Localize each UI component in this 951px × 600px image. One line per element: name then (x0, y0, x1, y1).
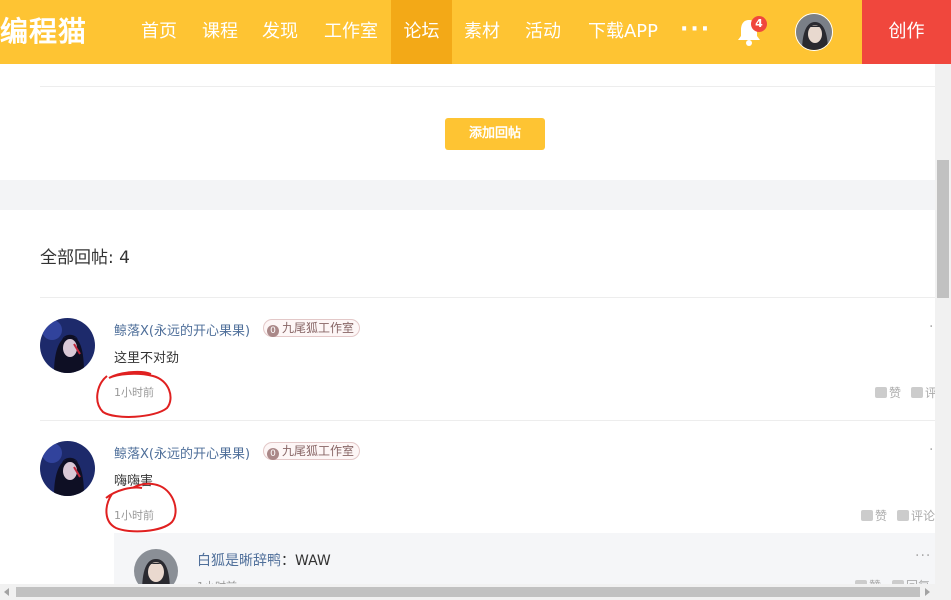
studio-badge[interactable]: 0 九尾狐工作室 (263, 442, 361, 460)
like-label: 赞 (889, 386, 902, 400)
sub-reply-content: WAW (295, 553, 331, 569)
divider (40, 297, 935, 298)
nav-item-discover[interactable]: 发现 (251, 0, 309, 64)
comment-icon (911, 387, 923, 398)
red-annotation-circle (105, 482, 177, 533)
thumbs-up-icon (875, 387, 887, 398)
like-button[interactable]: 赞 (861, 507, 887, 524)
logo[interactable]: 编程猫 (0, 14, 87, 50)
sub-reply-line: 白狐是晰辞鸭：WAW (197, 550, 331, 570)
top-navbar: 编程猫 首页 课程 发现 工作室 论坛 素材 活动 下载APP ··· 4 创作 (0, 0, 951, 64)
vertical-scrollbar-thumb[interactable] (937, 160, 949, 298)
nav-item-studio[interactable]: 工作室 (313, 0, 389, 64)
comment-label: 评论 (911, 509, 936, 523)
red-annotation-circle (96, 370, 172, 418)
reply-author-link[interactable]: 鲸落X(永远的开心果果) (114, 443, 250, 462)
reply-avatar[interactable] (40, 318, 95, 373)
user-avatar[interactable] (795, 13, 833, 51)
studio-name: 九尾狐工作室 (282, 444, 355, 458)
like-button[interactable]: 赞 (875, 384, 901, 401)
post-footer-card: 添加回帖 (0, 64, 935, 180)
nav-item-courses[interactable]: 课程 (191, 0, 249, 64)
studio-name: 九尾狐工作室 (282, 321, 355, 335)
divider (40, 86, 935, 87)
scroll-right-arrow-icon[interactable] (925, 588, 930, 596)
nav-item-materials[interactable]: 素材 (453, 0, 511, 64)
create-button[interactable]: 创作 (862, 0, 951, 64)
divider (40, 420, 935, 421)
vertical-scrollbar[interactable] (935, 64, 951, 584)
studio-rank-icon: 0 (267, 325, 279, 337)
studio-badge[interactable]: 0 九尾狐工作室 (263, 319, 361, 337)
horizontal-scrollbar-thumb[interactable] (16, 587, 920, 597)
sub-reply-separator: ： (281, 553, 295, 569)
like-label: 赞 (875, 509, 888, 523)
add-reply-button[interactable]: 添加回帖 (445, 118, 545, 150)
nav-more-button[interactable]: ··· (680, 0, 711, 64)
nav-item-home[interactable]: 首页 (130, 0, 188, 64)
more-options-icon[interactable]: ··· (915, 548, 931, 564)
thumbs-up-icon (861, 510, 873, 521)
comment-icon (897, 510, 909, 521)
sub-reply-author-link[interactable]: 白狐是晰辞鸭 (197, 553, 281, 569)
reply-author-link[interactable]: 鲸落X(永远的开心果果) (114, 320, 250, 339)
nav-item-events[interactable]: 活动 (514, 0, 572, 64)
nav-item-download-app[interactable]: 下载APP (580, 0, 666, 64)
comment-button[interactable]: 评论 (897, 507, 935, 524)
studio-rank-icon: 0 (267, 448, 279, 460)
reply-content: 这里不对劲 (114, 351, 180, 366)
reply-avatar[interactable] (40, 441, 95, 496)
notification-badge: 4 (751, 16, 767, 32)
replies-count-title: 全部回帖: 4 (40, 248, 130, 268)
nav-item-forum[interactable]: 论坛 (391, 0, 452, 64)
scroll-left-arrow-icon[interactable] (4, 588, 9, 596)
